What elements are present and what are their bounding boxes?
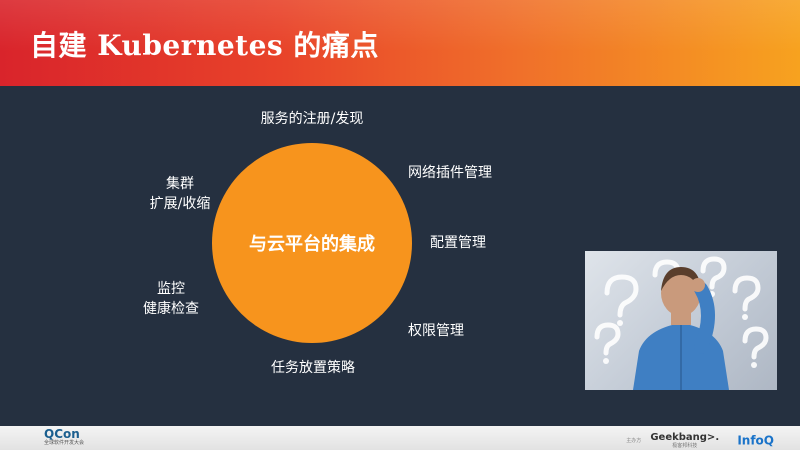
item-task-placement: 任务放置策略 (271, 360, 355, 376)
sponsor-label: 主办方 (626, 438, 642, 444)
center-label: 与云平台的集成 (249, 234, 375, 255)
qcon-logo: QCon 全球软件开发大会 (44, 427, 85, 446)
infoq-logo: InfoQ (737, 433, 774, 448)
center-circle: 与云平台的集成 (212, 143, 412, 343)
item-network-plugin: 网络插件管理 (408, 165, 492, 181)
slide-title: 自建 Kubernetes 的痛点 (30, 29, 379, 62)
item-cluster-scaling: 集群 扩展/收缩 (149, 176, 211, 212)
item-permission-management: 权限管理 (408, 323, 464, 339)
slide-body: 与云平台的集成 服务的注册/发现 网络插件管理 配置管理 权限管理 任务放置策略… (0, 86, 800, 426)
sponsor-logos: 主办方 Geekbang>. 极客邦科技 InfoQ (626, 430, 774, 449)
geekbang-logo: Geekbang>. 极客邦科技 (650, 432, 720, 449)
item-service-discovery: 服务的注册/发现 (260, 111, 364, 127)
thinking-man-photo (585, 251, 777, 390)
item-config-management: 配置管理 (430, 235, 486, 251)
item-monitoring: 监控 健康检查 (143, 281, 199, 317)
photo-illustration (594, 256, 769, 390)
